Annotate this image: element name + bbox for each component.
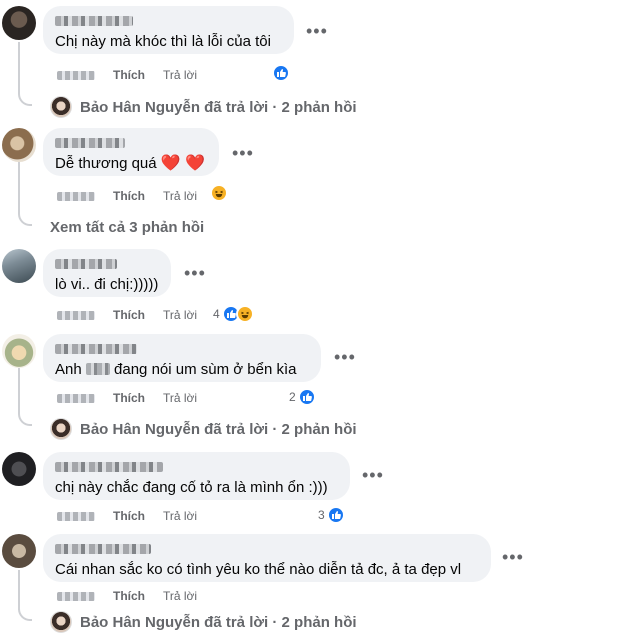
blurred-timestamp[interactable] bbox=[57, 393, 95, 403]
comment-actions: Thích Trả lời bbox=[57, 508, 197, 524]
like-button[interactable]: Thích bbox=[113, 189, 145, 203]
blurred-author-name[interactable] bbox=[55, 544, 151, 554]
like-button[interactable]: Thích bbox=[113, 509, 145, 523]
reply-button[interactable]: Trả lời bbox=[163, 68, 197, 82]
reply-summary[interactable]: Bảo Hân Nguyễn đã trả lời · 2 phản hồi bbox=[50, 96, 357, 118]
more-options-icon[interactable]: ••• bbox=[184, 264, 206, 282]
thread-line bbox=[18, 570, 20, 610]
comment-text: chị này chắc đang cố tỏ ra là mình ổn :)… bbox=[55, 479, 328, 496]
haha-reaction-icon bbox=[235, 305, 254, 323]
blurred-timestamp[interactable] bbox=[57, 511, 95, 521]
more-options-icon[interactable]: ••• bbox=[232, 144, 254, 162]
comment-actions: Thích Trả lời bbox=[57, 67, 197, 83]
like-reaction-icon bbox=[326, 506, 345, 524]
thread-line bbox=[18, 42, 20, 94]
avatar[interactable] bbox=[2, 249, 36, 283]
reply-button[interactable]: Trả lời bbox=[163, 189, 197, 203]
avatar[interactable] bbox=[2, 452, 36, 486]
reaction-count: 4 bbox=[213, 307, 220, 321]
blurred-timestamp[interactable] bbox=[57, 70, 95, 80]
reaction-summary[interactable] bbox=[210, 184, 228, 202]
comment-bubble: Dễ thương quá ❤️ ❤️ bbox=[43, 128, 219, 176]
reaction-summary[interactable] bbox=[272, 64, 290, 82]
thread-line bbox=[18, 368, 20, 414]
like-button[interactable]: Thích bbox=[113, 308, 145, 322]
comment-text: Chị này mà khóc thì là lỗi của tôi bbox=[55, 33, 271, 50]
comment-text-start: Anh bbox=[55, 361, 86, 378]
like-button[interactable]: Thích bbox=[113, 589, 145, 603]
comment-actions: Thích Trả lời bbox=[57, 188, 197, 204]
blurred-author-name[interactable] bbox=[55, 16, 133, 26]
reaction-summary[interactable]: 2 bbox=[289, 388, 316, 406]
thread-line bbox=[18, 162, 20, 214]
like-reaction-icon bbox=[272, 64, 290, 82]
comment-bubble: lò vi.. đi chị:))))) bbox=[43, 249, 171, 297]
comment-actions: Thích Trả lời bbox=[57, 390, 197, 406]
heart-emoji: ❤️ ❤️ bbox=[160, 155, 205, 172]
blurred-author-name[interactable] bbox=[55, 462, 163, 472]
blurred-timestamp[interactable] bbox=[57, 191, 95, 201]
avatar[interactable] bbox=[2, 6, 36, 40]
more-options-icon[interactable]: ••• bbox=[362, 466, 384, 484]
blurred-mention[interactable] bbox=[85, 363, 110, 375]
thread-elbow bbox=[18, 607, 32, 621]
more-options-icon[interactable]: ••• bbox=[306, 22, 328, 40]
avatar[interactable] bbox=[2, 334, 36, 368]
blurred-timestamp[interactable] bbox=[57, 310, 95, 320]
comment-bubble: Chị này mà khóc thì là lỗi của tôi bbox=[43, 6, 294, 54]
view-all-replies-link[interactable]: Xem tất cả 3 phản hồi bbox=[50, 219, 204, 236]
comment-text-end: đang nói um sùm ở bển kìa bbox=[109, 361, 297, 378]
comment-text: Cái nhan sắc ko có tình yêu ko thể nào d… bbox=[55, 561, 462, 578]
blurred-author-name[interactable] bbox=[55, 344, 137, 354]
replier-avatar bbox=[50, 418, 72, 440]
thread-elbow bbox=[18, 412, 32, 426]
reaction-summary[interactable]: 4 bbox=[213, 305, 254, 323]
comment-text: lò vi.. đi chị:))))) bbox=[55, 276, 159, 293]
avatar[interactable] bbox=[2, 534, 36, 568]
like-reaction-icon bbox=[297, 388, 316, 406]
reply-summary[interactable]: Bảo Hân Nguyễn đã trả lời · 2 phản hồi bbox=[50, 611, 357, 633]
reaction-summary[interactable]: 3 bbox=[318, 506, 345, 524]
like-button[interactable]: Thích bbox=[113, 68, 145, 82]
comment-text-line: Dễ thương quá ❤️ ❤️ bbox=[55, 155, 207, 173]
comment-text: Dễ thương quá bbox=[55, 155, 157, 172]
like-button[interactable]: Thích bbox=[113, 391, 145, 405]
thread-elbow bbox=[18, 92, 32, 106]
comment-bubble: chị này chắc đang cố tỏ ra là mình ổn :)… bbox=[43, 452, 350, 500]
reply-button[interactable]: Trả lời bbox=[163, 509, 197, 523]
reply-button[interactable]: Trả lời bbox=[163, 308, 197, 322]
avatar[interactable] bbox=[2, 128, 36, 162]
reply-button[interactable]: Trả lời bbox=[163, 589, 197, 603]
comment-actions: Thích Trả lời bbox=[57, 307, 197, 323]
comment-bubble: Anh đang nói um sùm ở bển kìa bbox=[43, 334, 321, 382]
comment-actions: Thích Trả lời bbox=[57, 588, 197, 604]
reply-summary-text: Bảo Hân Nguyễn đã trả lời · 2 phản hồi bbox=[80, 613, 357, 631]
replier-avatar bbox=[50, 611, 72, 633]
comment-text-line: Anh đang nói um sùm ở bển kìa bbox=[55, 361, 309, 379]
reply-summary[interactable]: Bảo Hân Nguyễn đã trả lời · 2 phản hồi bbox=[50, 418, 357, 440]
more-options-icon[interactable]: ••• bbox=[334, 348, 356, 366]
blurred-timestamp[interactable] bbox=[57, 591, 95, 601]
replier-avatar bbox=[50, 96, 72, 118]
reaction-count: 2 bbox=[289, 390, 296, 404]
haha-reaction-icon bbox=[210, 184, 228, 202]
blurred-author-name[interactable] bbox=[55, 138, 125, 148]
blurred-author-name[interactable] bbox=[55, 259, 117, 269]
comment-bubble: Cái nhan sắc ko có tình yêu ko thể nào d… bbox=[43, 534, 491, 582]
reply-summary-text: Bảo Hân Nguyễn đã trả lời · 2 phản hồi bbox=[80, 420, 357, 438]
thread-elbow bbox=[18, 212, 32, 226]
reply-summary-text: Bảo Hân Nguyễn đã trả lời · 2 phản hồi bbox=[80, 98, 357, 116]
more-options-icon[interactable]: ••• bbox=[502, 548, 524, 566]
reaction-count: 3 bbox=[318, 508, 325, 522]
reply-button[interactable]: Trả lời bbox=[163, 391, 197, 405]
